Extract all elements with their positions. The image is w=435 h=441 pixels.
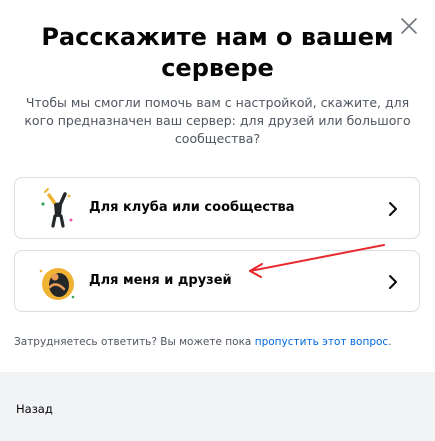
- me-and-friends-icon: [39, 268, 75, 300]
- skip-suffix: .: [388, 336, 392, 348]
- modal-footer: Назад: [0, 372, 435, 441]
- skip-prefix: Затрудняетесь ответить? Вы можете пока: [14, 336, 252, 348]
- club-community-icon: [41, 188, 73, 228]
- skip-question-row: Затрудняетесь ответить? Вы можете пока п…: [14, 335, 424, 349]
- create-server-modal: Расскажите нам о вашем сервере Чтобы мы …: [0, 0, 435, 441]
- back-button[interactable]: Назад: [16, 402, 53, 416]
- chevron-right-icon: [389, 275, 397, 289]
- option-me-and-friends-label: Для меня и друзей: [89, 273, 232, 288]
- modal-title: Расскажите нам о вашем сервере: [41, 23, 394, 82]
- option-me-and-friends[interactable]: Для меня и друзей: [14, 250, 420, 312]
- option-club-community-label: Для клуба или сообщества: [89, 200, 295, 215]
- option-club-community[interactable]: Для клуба или сообщества: [14, 177, 420, 239]
- chevron-right-icon: [389, 202, 397, 216]
- skip-question-link[interactable]: пропустить этот вопрос: [255, 336, 389, 348]
- modal-subtitle: Чтобы мы смогли помочь вам с настройкой,…: [24, 95, 411, 146]
